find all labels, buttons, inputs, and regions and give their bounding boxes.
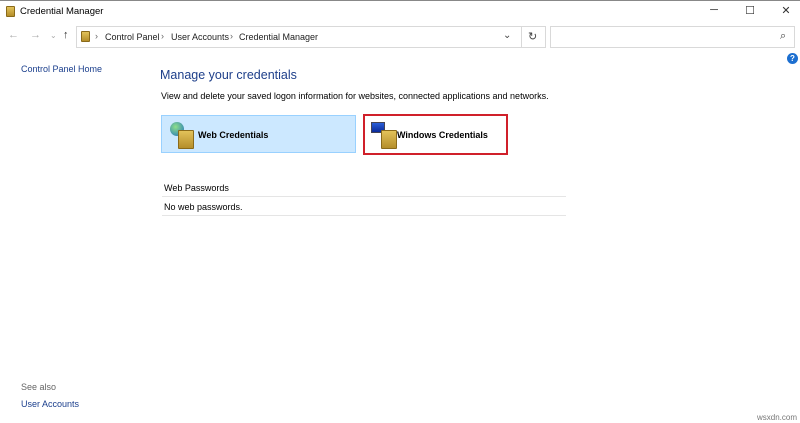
divider	[162, 196, 566, 197]
up-button[interactable]: ↑	[63, 29, 69, 41]
windows-credentials-label: Windows Credentials	[397, 130, 488, 140]
breadcrumb-user-accounts[interactable]: User Accounts	[171, 32, 229, 42]
user-accounts-link[interactable]: User Accounts	[21, 399, 79, 409]
search-box[interactable]: ⌕	[550, 26, 795, 48]
control-panel-icon	[81, 31, 90, 42]
credential-manager-icon	[6, 6, 15, 17]
windows-credentials-tile[interactable]: Windows Credentials	[363, 114, 508, 155]
breadcrumb-control-panel[interactable]: Control Panel	[105, 32, 160, 42]
close-button[interactable]: ✕	[778, 4, 794, 20]
breadcrumb-credential-manager[interactable]: Credential Manager	[239, 32, 318, 42]
windows-credentials-icon	[371, 122, 399, 150]
search-input[interactable]	[553, 29, 773, 45]
title-bar: Credential Manager ─ ☐ ✕	[0, 1, 800, 23]
window-title: Credential Manager	[20, 6, 104, 17]
control-panel-home-link[interactable]: Control Panel Home	[21, 64, 102, 74]
web-credentials-icon	[170, 122, 196, 150]
minimize-button[interactable]: ─	[706, 4, 722, 20]
recent-locations-button[interactable]: ⌄	[50, 31, 57, 40]
watermark: wsxdn.com	[757, 413, 798, 422]
address-dropdown-button[interactable]: ⌄	[503, 30, 511, 41]
page-title: Manage your credentials	[160, 68, 297, 82]
address-bar[interactable]: › Control Panel › User Accounts › Creden…	[76, 26, 546, 48]
back-button[interactable]: ←	[8, 29, 19, 41]
divider	[521, 27, 522, 47]
web-passwords-header: Web Passwords	[164, 183, 229, 193]
web-credentials-label: Web Credentials	[198, 130, 269, 140]
web-credentials-tile[interactable]: Web Credentials	[161, 115, 356, 153]
forward-button[interactable]: →	[30, 29, 41, 41]
help-button[interactable]: ?	[787, 53, 798, 64]
search-icon[interactable]: ⌕	[780, 30, 786, 43]
no-web-passwords-text: No web passwords.	[164, 202, 243, 212]
maximize-button[interactable]: ☐	[742, 4, 758, 20]
refresh-button[interactable]: ↻	[528, 30, 537, 43]
see-also-label: See also	[21, 382, 57, 392]
divider	[162, 215, 566, 216]
page-description: View and delete your saved logon informa…	[161, 91, 549, 101]
